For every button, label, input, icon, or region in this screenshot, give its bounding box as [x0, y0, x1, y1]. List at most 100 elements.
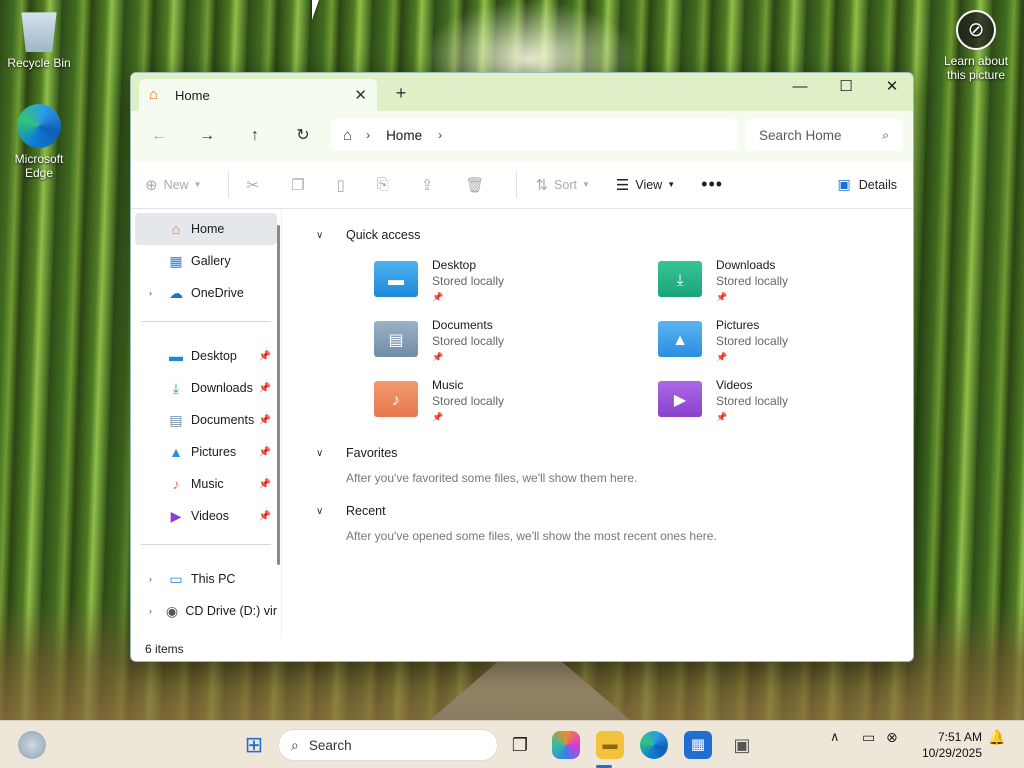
taskbar-search[interactable]: ⌕ Search: [278, 729, 498, 761]
pin-icon: 📌: [258, 382, 271, 394]
minimize-button[interactable]: —: [777, 73, 823, 103]
details-button[interactable]: ▣ Details: [838, 176, 897, 193]
quick-access-item-desktop[interactable]: ▬ Desktop Stored locally 📌: [374, 257, 658, 309]
taskbar: ⊞ ⌕ Search ❐ ▬ ▦ ▣ ∧ ▭ ⊗ 7:51 AM 10/29/2…: [0, 720, 1024, 768]
chevron-right-icon[interactable]: ›: [366, 128, 370, 142]
sort-label: Sort: [554, 177, 577, 192]
chevron-down-icon: ▼: [581, 180, 590, 189]
search-input[interactable]: Search Home ⌕: [745, 119, 903, 151]
sidebar-item-music[interactable]: ♪ Music 📌: [135, 468, 277, 500]
sidebar-item-onedrive[interactable]: › ☁ OneDrive: [135, 277, 277, 309]
breadcrumb-home[interactable]: Home: [386, 128, 422, 143]
section-title: Recent: [346, 504, 386, 518]
new-button[interactable]: ⊕ New ▼: [145, 176, 202, 194]
learn-about-picture[interactable]: ⊘ Learn about this picture: [938, 10, 1014, 82]
sort-button[interactable]: ⇅ Sort ▼: [535, 176, 589, 194]
download-icon: ⤓: [172, 380, 180, 396]
rename-button[interactable]: ⎘: [377, 176, 395, 193]
status-bar: 6 items: [131, 639, 913, 661]
chevron-down-icon[interactable]: ∨: [316, 506, 336, 517]
copy-button[interactable]: ❐: [291, 176, 310, 194]
tab-close-icon[interactable]: ✕: [354, 86, 367, 104]
section-quick-access[interactable]: ∨ Quick access: [316, 221, 913, 249]
notification-icon[interactable]: 🔔: [988, 729, 1005, 746]
quick-access-item-downloads[interactable]: ⤓ Downloads Stored locally 📌: [658, 257, 913, 309]
sidebar-item-label: Pictures: [191, 445, 237, 459]
more-options-button[interactable]: •••: [701, 174, 729, 195]
paste-button[interactable]: ▯: [337, 176, 351, 194]
item-status: Stored locally: [432, 394, 505, 408]
sidebar-scrollbar[interactable]: [277, 225, 280, 565]
sidebar-item-cd-drive[interactable]: › ◉ CD Drive (D:) vir: [135, 595, 277, 627]
app-installer-icon[interactable]: ▣: [728, 731, 756, 759]
sidebar-item-videos[interactable]: ▶ Videos 📌: [135, 500, 277, 532]
chevron-right-icon[interactable]: ›: [438, 128, 442, 142]
maximize-button[interactable]: ☐: [823, 73, 869, 103]
clock[interactable]: 7:51 AM 10/29/2025: [922, 729, 982, 761]
sidebar-item-home[interactable]: ⌂ Home: [135, 213, 277, 245]
copilot-icon[interactable]: [552, 731, 580, 759]
refresh-button[interactable]: ↻: [283, 119, 323, 153]
sidebar-item-pictures[interactable]: ▲ Pictures 📌: [135, 436, 277, 468]
back-button[interactable]: ←: [139, 119, 179, 153]
edge-icon[interactable]: [640, 731, 668, 759]
quick-access-grid: ▬ Desktop Stored locally 📌 ⤓ Downloads Stor…: [316, 249, 913, 437]
store-icon[interactable]: ▦: [684, 731, 712, 759]
share-icon: ⇪: [420, 176, 434, 194]
share-button[interactable]: ⇪: [421, 176, 440, 194]
chevron-down-icon[interactable]: ∨: [316, 448, 336, 459]
sidebar-item-label: This PC: [191, 572, 236, 586]
quick-access-item-music[interactable]: ♪ Music Stored locally 📌: [374, 377, 658, 429]
section-recent[interactable]: ∨ Recent: [316, 497, 913, 525]
quick-access-item-documents[interactable]: ▤ Documents Stored locally 📌: [374, 317, 658, 369]
volume-muted-icon[interactable]: ⊗: [886, 729, 898, 746]
quick-access-item-pictures[interactable]: ▲ Pictures Stored locally 📌: [658, 317, 913, 369]
copy-icon: ❐: [291, 176, 305, 194]
chevron-right-icon[interactable]: ›: [149, 606, 161, 616]
view-button[interactable]: ☰ View ▼: [616, 176, 675, 194]
desktop-icon-recycle-bin[interactable]: Recycle Bin: [3, 8, 75, 70]
scissors-icon: ✂: [246, 176, 260, 194]
address-bar[interactable]: ⌂ › Home ›: [331, 119, 737, 151]
network-icon[interactable]: ▭: [862, 729, 875, 746]
sidebar-item-gallery[interactable]: ▦ Gallery: [135, 245, 277, 277]
documents-folder-icon: ▤: [374, 321, 418, 357]
sidebar-item-this-pc[interactable]: › ▭ This PC: [135, 563, 277, 595]
picture-icon: ▲: [169, 444, 183, 460]
video-icon: ▶: [170, 508, 182, 524]
pin-icon: 📌: [432, 412, 444, 422]
widgets-icon[interactable]: [18, 731, 46, 759]
item-status: Stored locally: [716, 274, 789, 288]
file-explorer-icon[interactable]: ▬: [596, 731, 624, 759]
start-button[interactable]: ⊞: [240, 731, 268, 759]
quick-access-item-videos[interactable]: ▶ Videos Stored locally 📌: [658, 377, 913, 429]
downloads-folder-icon: ⤓: [658, 261, 702, 297]
cut-button[interactable]: ✂: [247, 176, 266, 194]
trash-icon: 🗑: [465, 176, 485, 194]
sidebar-item-desktop[interactable]: ▬ Desktop 📌: [135, 340, 277, 372]
chevron-right-icon[interactable]: ›: [149, 288, 163, 298]
forward-button[interactable]: →: [187, 119, 227, 153]
sidebar-item-label: Downloads: [191, 381, 253, 395]
chevron-down-icon[interactable]: ∨: [316, 230, 336, 241]
tab-home[interactable]: ⌂ Home ✕: [139, 79, 377, 111]
chevron-right-icon[interactable]: ›: [149, 574, 163, 584]
learn-label: Learn about this picture: [943, 54, 1009, 82]
show-hidden-icons[interactable]: ∧: [830, 729, 840, 745]
new-tab-button[interactable]: +: [389, 81, 413, 105]
sidebar-item-downloads[interactable]: ⤓ Downloads 📌: [135, 372, 277, 404]
divider: [227, 171, 229, 198]
pin-icon: 📌: [716, 412, 728, 422]
up-button[interactable]: ↑: [235, 119, 275, 153]
close-window-button[interactable]: ✕: [869, 73, 913, 103]
rename-icon: ⎘: [376, 176, 389, 193]
section-favorites[interactable]: ∨ Favorites: [316, 439, 913, 467]
sidebar-item-documents[interactable]: ▤ Documents 📌: [135, 404, 277, 436]
view-icon: ☰: [615, 176, 630, 194]
videos-folder-icon: ▶: [658, 381, 702, 417]
desktop-icon-edge[interactable]: Microsoft Edge: [3, 104, 75, 180]
delete-button[interactable]: 🗑: [465, 176, 490, 194]
task-view-icon[interactable]: ❐: [506, 731, 534, 759]
pin-icon: 📌: [258, 510, 271, 522]
pin-icon: 📌: [716, 292, 728, 302]
